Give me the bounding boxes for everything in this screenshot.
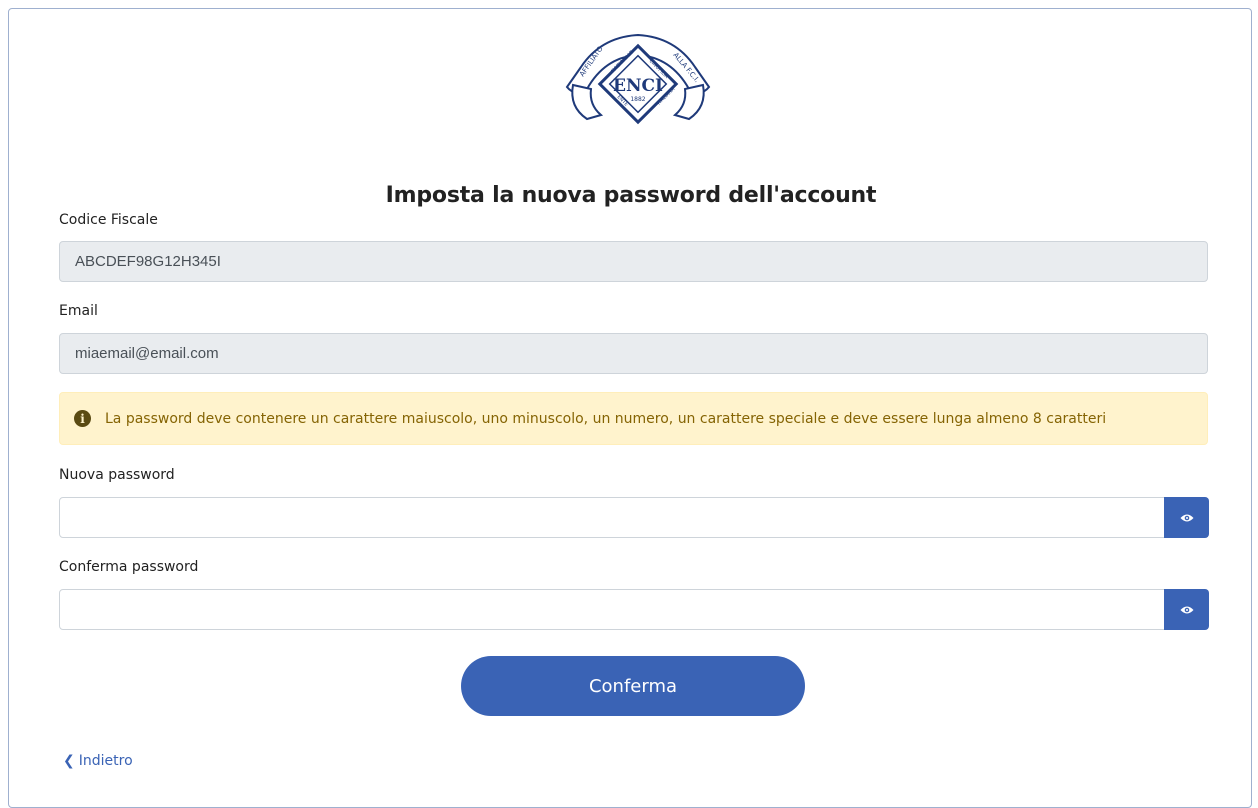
- page-title: Imposta la nuova password dell'account: [385, 183, 877, 208]
- codice-fiscale-label: Codice Fiscale: [59, 212, 158, 228]
- codice-fiscale-value: ABCDEF98G12H345I: [75, 253, 221, 270]
- confirm-password-input[interactable]: [59, 589, 1165, 630]
- alert-text: La password deve contenere un carattere …: [105, 410, 1107, 427]
- back-label: Indietro: [78, 753, 133, 769]
- svg-text:ENCI: ENCI: [613, 76, 663, 96]
- password-requirements-alert: i La password deve contenere un caratter…: [59, 392, 1208, 445]
- email-field: miaemail@email.com: [59, 333, 1208, 374]
- eye-icon: [1180, 606, 1193, 613]
- info-circle-icon: i: [74, 410, 91, 427]
- confirm-button[interactable]: Conferma: [461, 656, 805, 716]
- confirm-password-label: Conferma password: [59, 559, 199, 575]
- svg-text:1882: 1882: [630, 96, 645, 103]
- back-link[interactable]: ❮ Indietro: [63, 753, 133, 769]
- enci-logo-icon: ENCI 1882 AFFILIATO ALLA F.C.I. NAZIONAL…: [565, 33, 711, 125]
- show-confirm-password-button[interactable]: [1164, 589, 1209, 630]
- reset-password-card: ENCI 1882 AFFILIATO ALLA F.C.I. NAZIONAL…: [8, 8, 1252, 808]
- new-password-input[interactable]: [59, 497, 1165, 538]
- email-label: Email: [59, 303, 98, 319]
- chevron-left-icon: ❮: [63, 753, 75, 769]
- email-value: miaemail@email.com: [75, 345, 219, 362]
- new-password-label: Nuova password: [59, 467, 175, 483]
- eye-icon: [1180, 514, 1193, 521]
- show-new-password-button[interactable]: [1164, 497, 1209, 538]
- codice-fiscale-field: ABCDEF98G12H345I: [59, 241, 1208, 282]
